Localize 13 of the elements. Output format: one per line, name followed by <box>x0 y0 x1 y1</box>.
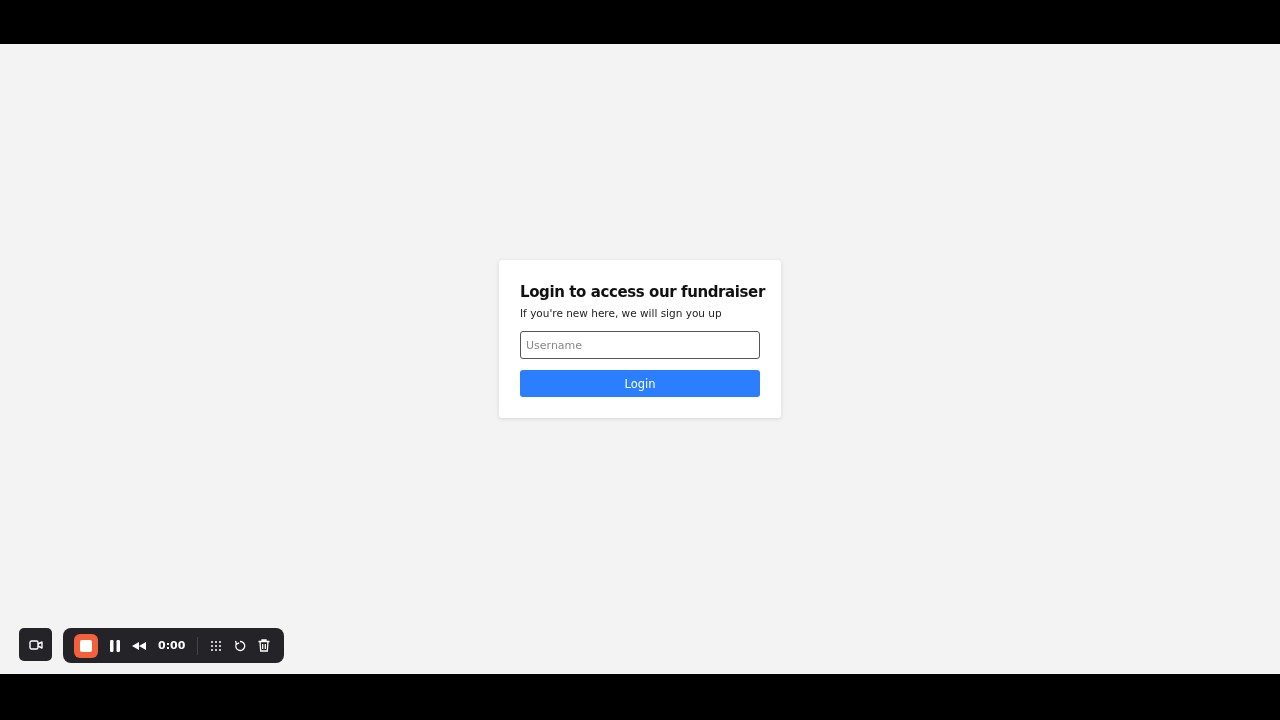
trash-icon[interactable] <box>258 639 271 652</box>
restart-icon[interactable] <box>234 639 247 652</box>
rewind-icon[interactable] <box>132 641 146 650</box>
pause-icon[interactable] <box>110 639 120 652</box>
card-title: Login to access our fundraiser <box>520 282 767 303</box>
grid-icon[interactable] <box>210 639 223 652</box>
video-camera-icon <box>28 639 43 650</box>
login-button[interactable]: Login <box>520 370 760 398</box>
camera-button[interactable] <box>19 628 52 661</box>
username-field[interactable]: Username <box>520 331 760 360</box>
timer: 0:00 <box>158 639 186 652</box>
stop-button[interactable] <box>74 633 98 658</box>
card-subtitle: If you're new here, we will sign you up <box>520 307 723 320</box>
